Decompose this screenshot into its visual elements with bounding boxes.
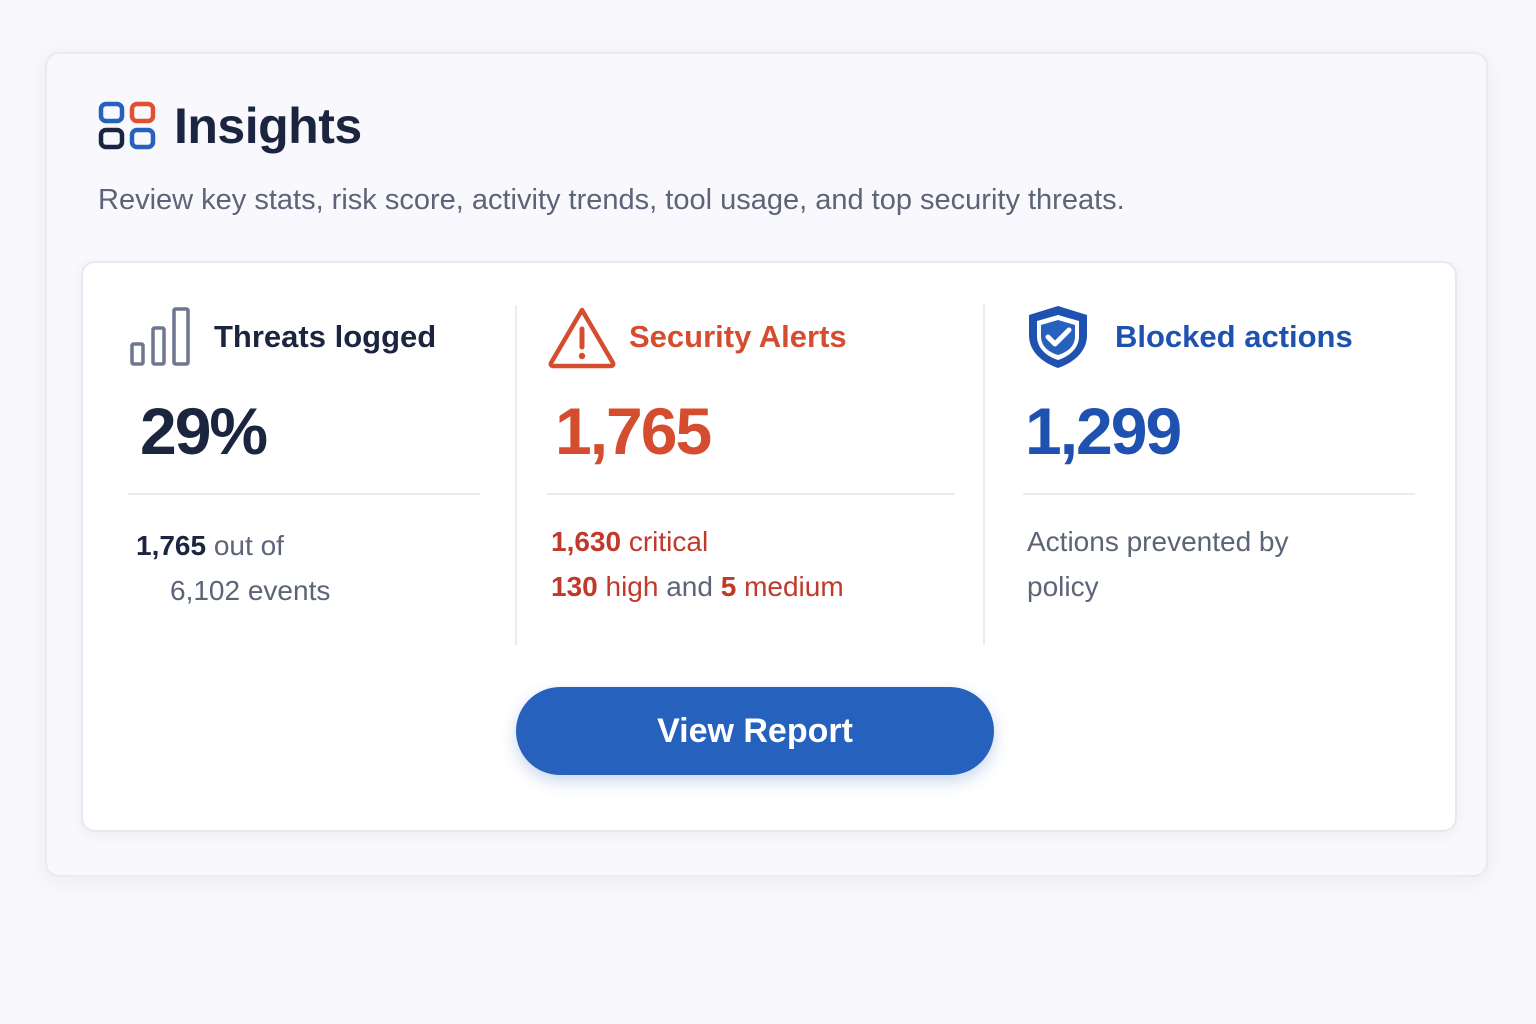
stat-blocked-detail: Actions prevented by policy: [1027, 526, 1289, 602]
divider: [1023, 493, 1415, 495]
apps-grid-icon: [98, 101, 156, 151]
alerts-medium-count: 5: [720, 571, 737, 602]
threats-count: 1,765: [136, 530, 207, 561]
insights-panel: Insights Review key stats, risk score, a…: [45, 52, 1488, 877]
page-subtitle: Review key stats, risk score, activity t…: [98, 184, 1125, 216]
stat-threats-value: 29%: [140, 394, 268, 468]
stat-alerts-header: Security Alerts: [547, 305, 955, 369]
alerts-high-count: 130: [551, 571, 598, 602]
stat-blocked-value: 1,299: [1025, 394, 1182, 468]
stat-security-alerts: Security Alerts 1,765 1,630 critical 130…: [547, 305, 955, 645]
view-report-button[interactable]: View Report: [516, 687, 994, 775]
stat-alerts-value: 1,765: [555, 394, 712, 468]
stat-blocked-label: Blocked actions: [1115, 319, 1353, 354]
alerts-critical-label: critical: [628, 526, 709, 557]
stat-alerts-detail: 1,630 critical 130 high and 5 medium: [547, 519, 955, 609]
column-divider: [983, 305, 985, 645]
column-divider: [515, 305, 517, 645]
stat-alerts-label: Security Alerts: [629, 319, 847, 354]
threats-out-of: out of: [213, 530, 284, 561]
bar-chart-icon: [128, 306, 194, 368]
panel-header: Insights: [98, 97, 362, 155]
stats-card: Threats logged 29% 1,765 out of 6,102 ev…: [81, 261, 1457, 832]
stat-threats-logged: Threats logged 29% 1,765 out of 6,102 ev…: [128, 305, 480, 645]
divider: [128, 493, 480, 495]
page-title: Insights: [174, 98, 362, 154]
shield-check-icon: [1023, 303, 1093, 371]
stat-blocked-header: Blocked actions: [1023, 305, 1415, 369]
threats-total-events: 6,102 events: [170, 575, 331, 606]
alerts-medium-label: medium: [744, 571, 844, 602]
alerts-and-label: and: [666, 571, 713, 602]
stat-threats-detail: 1,765 out of 6,102 events: [128, 523, 480, 613]
stat-blocked-actions: Blocked actions 1,299 Actions prevented …: [1023, 305, 1415, 645]
stat-threats-label: Threats logged: [214, 319, 437, 354]
alerts-critical-count: 1,630: [551, 526, 622, 557]
alerts-high-label: high: [605, 571, 659, 602]
divider: [547, 493, 955, 495]
stat-threats-header: Threats logged: [128, 305, 480, 369]
warning-triangle-icon: [547, 305, 617, 369]
